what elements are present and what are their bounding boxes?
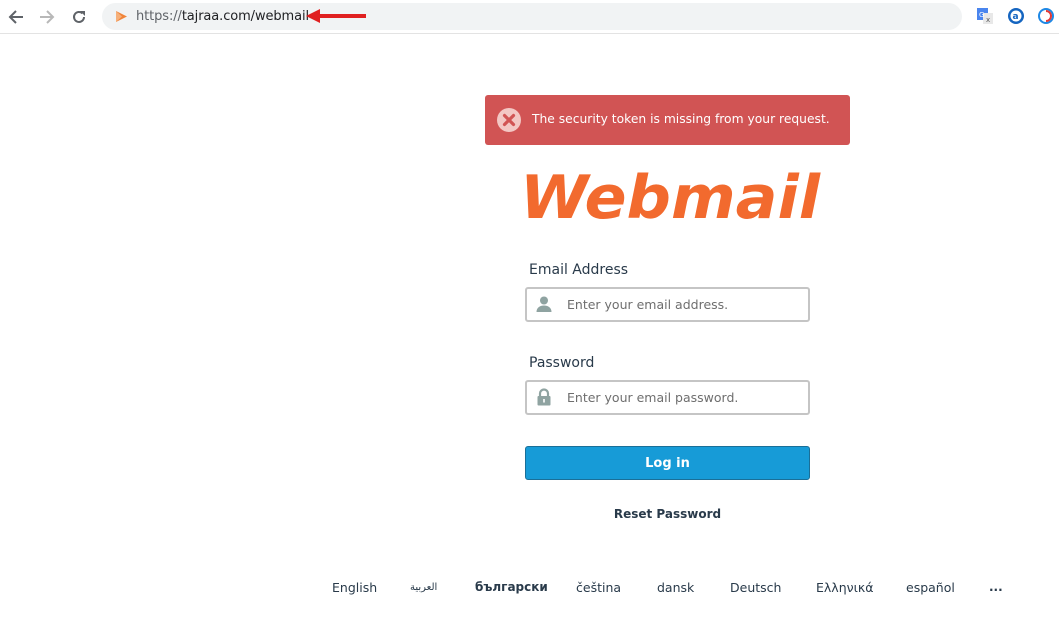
svg-text:a: a <box>1013 12 1019 22</box>
language-link-czech[interactable]: čeština <box>576 580 621 595</box>
email-input[interactable] <box>567 289 805 320</box>
language-link-bulgarian[interactable]: български <box>475 580 548 594</box>
more-languages-button[interactable]: ... <box>989 580 1003 594</box>
language-link-german[interactable]: Deutsch <box>730 580 781 595</box>
language-link-danish[interactable]: dansk <box>657 580 694 595</box>
amazon-assistant-icon: a <box>1008 8 1024 24</box>
reload-icon <box>73 10 85 23</box>
sync-extension[interactable] <box>1036 6 1056 26</box>
error-alert: The security token is missing from your … <box>485 95 850 145</box>
svg-text:x: x <box>986 16 990 24</box>
login-button[interactable]: Log in <box>525 446 810 480</box>
password-label: Password <box>529 355 595 371</box>
webmail-logo: Webmail <box>520 166 821 226</box>
arrow-right-icon <box>40 10 55 24</box>
logo-text: Webmail <box>520 166 821 226</box>
language-link-arabic[interactable]: العربية <box>410 582 437 593</box>
language-link-spanish[interactable]: español <box>906 580 955 595</box>
user-icon <box>536 296 552 312</box>
reset-password-link[interactable]: Reset Password <box>525 507 810 521</box>
url-text: https://tajraa.com/webmail <box>136 9 309 24</box>
google-translate-extension[interactable]: Gx <box>975 6 995 26</box>
language-link-english[interactable]: English <box>332 580 377 595</box>
google-translate-icon: Gx <box>977 8 993 24</box>
password-field[interactable] <box>525 380 810 415</box>
email-field[interactable] <box>525 287 810 322</box>
sync-extension-icon <box>1038 8 1054 24</box>
language-link-greek[interactable]: Ελληνικά <box>816 580 873 595</box>
language-selector: English العربية български čeština dansk … <box>0 580 1059 600</box>
email-label: Email Address <box>529 262 629 278</box>
address-bar[interactable]: https://tajraa.com/webmail <box>102 3 962 30</box>
red-arrow-annotation-icon <box>306 9 366 23</box>
amazon-assistant-extension[interactable]: a <box>1006 6 1026 26</box>
password-input[interactable] <box>567 382 805 413</box>
error-x-icon <box>497 108 521 132</box>
site-favicon-icon <box>116 11 127 22</box>
svg-text:G: G <box>979 11 984 19</box>
forward-button[interactable] <box>34 4 60 30</box>
reload-button[interactable] <box>66 4 92 30</box>
arrow-left-icon <box>8 10 23 24</box>
browser-toolbar: https://tajraa.com/webmail Gx a <box>0 0 1059 34</box>
lock-icon <box>537 388 551 406</box>
error-message: The security token is missing from your … <box>532 112 830 126</box>
back-button[interactable] <box>3 4 29 30</box>
